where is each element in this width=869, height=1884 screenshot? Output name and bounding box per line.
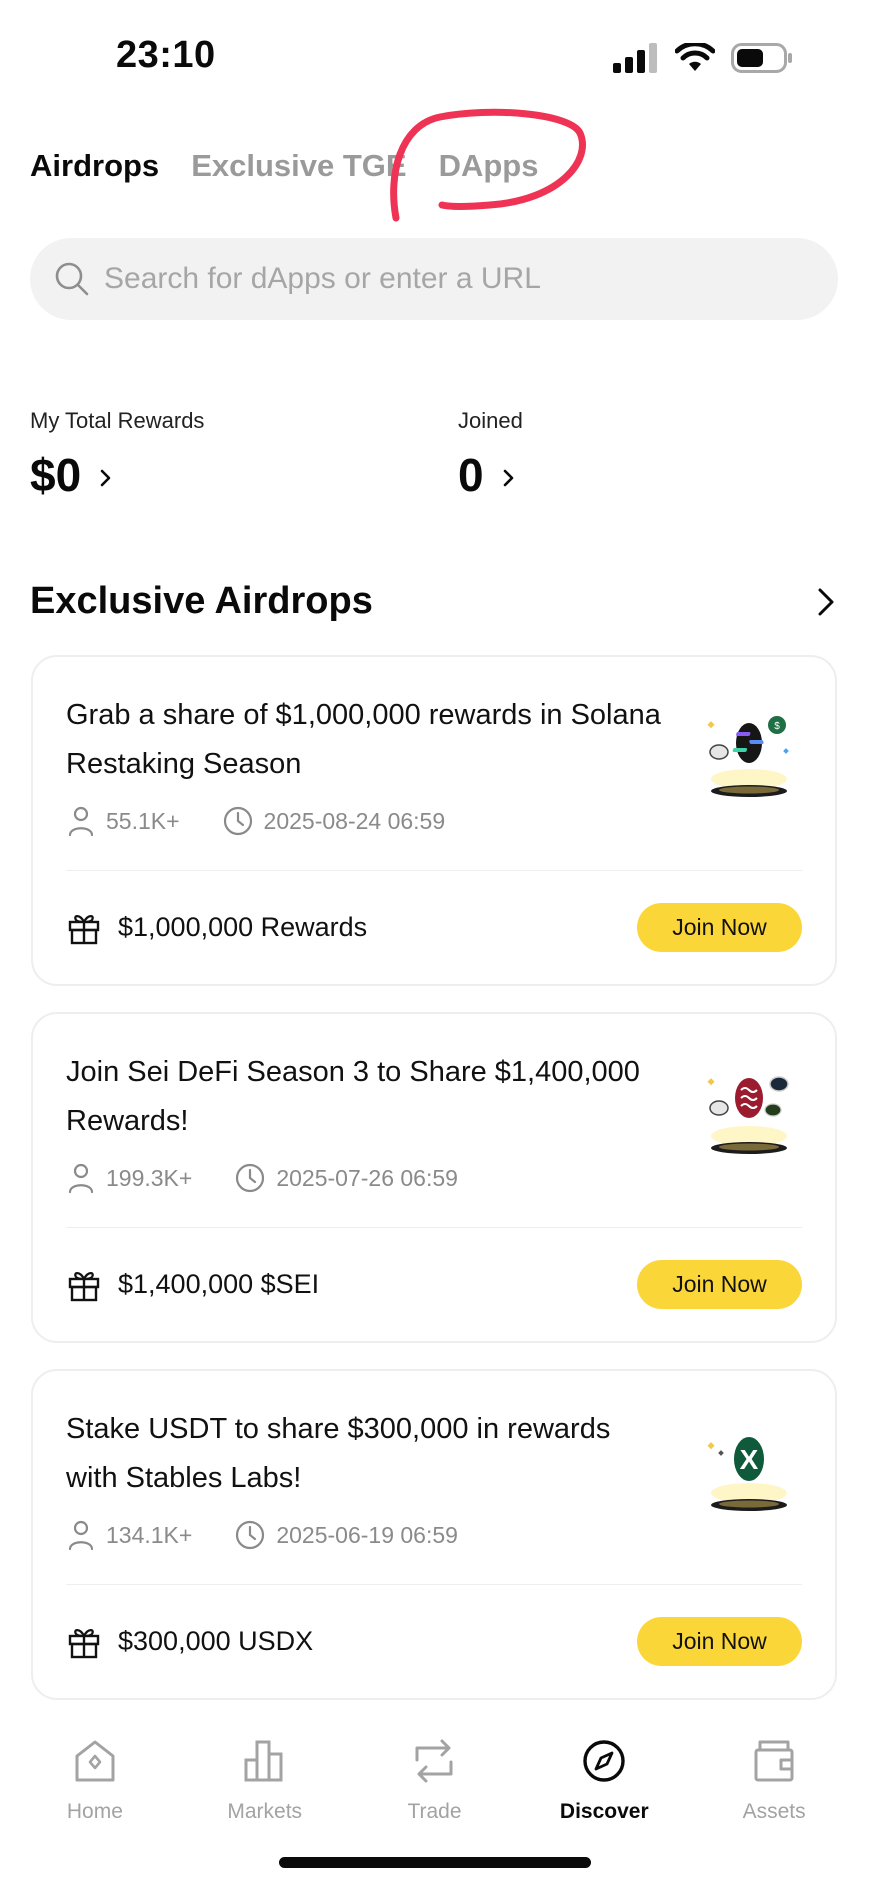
search-bar[interactable]: [30, 238, 838, 320]
end-time: 2025-08-24 06:59: [222, 805, 446, 837]
nav-trade[interactable]: Trade: [364, 1720, 504, 1830]
gift-icon: [68, 915, 100, 945]
home-indicator: [279, 1857, 591, 1868]
nav-trade-label: Trade: [407, 1800, 462, 1823]
home-icon: [75, 1740, 115, 1782]
card-title: Join Sei DeFi Season 3 to Share $1,400,0…: [66, 1056, 640, 1137]
card-meta: 199.3K+ 2025-07-26 06:59: [66, 1162, 458, 1194]
card-title: Grab a share of $1,000,000 rewards in So…: [66, 699, 661, 780]
status-bar: 23:10: [0, 0, 869, 110]
card-title: Stake USDT to share $300,000 in rewards …: [66, 1413, 611, 1494]
reward: $1,000,000 Rewards: [66, 909, 367, 945]
join-now-button[interactable]: Join Now: [637, 1616, 802, 1666]
reward-amount: $300,000 USDX: [118, 1625, 314, 1656]
nav-markets-label: Markets: [227, 1800, 303, 1823]
status-time: 23:10: [116, 34, 216, 76]
total-rewards-link[interactable]: $0: [30, 448, 204, 502]
clock-icon: [223, 806, 252, 836]
card-meta: 134.1K+ 2025-06-19 06:59: [66, 1519, 458, 1551]
total-rewards-label: My Total Rewards: [30, 408, 205, 433]
tab-dapps[interactable]: DApps: [439, 148, 539, 184]
search-icon: [55, 262, 89, 296]
airdrop-card[interactable]: Stake USDT to share $300,000 in rewards …: [31, 1369, 837, 1700]
bar-chart-icon: [244, 1740, 283, 1782]
participants: 134.1K+: [66, 1519, 192, 1551]
nav-markets[interactable]: Markets: [195, 1720, 335, 1830]
end-time-value: 2025-08-24 06:59: [263, 807, 446, 834]
reward: $1,400,000 $SEI: [66, 1266, 319, 1302]
card-footer: $1,400,000 $SEI Join Now: [66, 1259, 802, 1309]
participants-count: 199.3K+: [106, 1164, 193, 1191]
compass-icon: [583, 1740, 625, 1782]
participants-count: 55.1K+: [106, 807, 180, 834]
total-rewards-stat: My Total Rewards $0: [30, 408, 204, 502]
chevron-right-icon: [100, 469, 111, 487]
user-icon: [68, 806, 94, 837]
participants: 199.3K+: [66, 1162, 192, 1194]
card-footer: $300,000 USDX Join Now: [66, 1616, 802, 1666]
wallet-icon: [754, 1740, 794, 1782]
chevron-right-icon: [503, 469, 513, 487]
section-header: Exclusive Airdrops: [30, 580, 838, 623]
nav-discover-label: Discover: [559, 1800, 649, 1823]
airdrop-card[interactable]: Join Sei DeFi Season 3 to Share $1,400,0…: [31, 1012, 837, 1343]
section-title: Exclusive Airdrops: [30, 580, 373, 622]
clock-icon: [236, 1520, 265, 1550]
gift-icon: [68, 1629, 100, 1659]
end-time-value: 2025-07-26 06:59: [276, 1164, 458, 1191]
tab-airdrops[interactable]: Airdrops: [30, 148, 159, 184]
svg-text:X: X: [740, 1444, 759, 1475]
card-divider: [66, 1584, 802, 1585]
reward-amount: $1,400,000 $SEI: [118, 1268, 320, 1299]
top-tabs: Airdrops Exclusive TGE DApps: [30, 148, 538, 184]
tab-exclusive-tge[interactable]: Exclusive TGE: [191, 148, 406, 184]
joined-stat: Joined 0: [458, 408, 523, 502]
airdrop-card[interactable]: Grab a share of $1,000,000 rewards in So…: [31, 655, 837, 986]
section-more-chevron-icon[interactable]: [814, 585, 838, 619]
swap-icon: [415, 1739, 453, 1783]
battery-icon: [731, 43, 792, 73]
nav-home-label: Home: [66, 1800, 123, 1823]
reward: $300,000 USDX: [66, 1623, 313, 1659]
bottom-nav: Home Markets Trade Discover Assets: [0, 1720, 869, 1830]
end-time: 2025-06-19 06:59: [234, 1519, 458, 1551]
joined-value: 0: [458, 449, 484, 501]
gift-icon: [68, 1272, 100, 1302]
wifi-icon: [675, 43, 715, 71]
end-time: 2025-07-26 06:59: [234, 1162, 458, 1194]
joined-label: Joined: [458, 408, 523, 433]
svg-text:$: $: [774, 721, 780, 732]
signal-icon: [613, 43, 657, 73]
usdx-token-icon: X: [707, 1437, 787, 1511]
end-time-value: 2025-06-19 06:59: [276, 1521, 458, 1548]
solana-token-icon: $: [707, 716, 789, 797]
participants: 55.1K+: [66, 805, 180, 837]
reward-amount: $1,000,000 Rewards: [118, 911, 368, 942]
join-now-button[interactable]: Join Now: [637, 902, 802, 952]
nav-assets[interactable]: Assets: [704, 1720, 844, 1830]
clock-icon: [236, 1163, 265, 1193]
nav-discover[interactable]: Discover: [534, 1720, 674, 1830]
search-input[interactable]: [104, 262, 804, 296]
user-icon: [68, 1520, 94, 1551]
user-icon: [68, 1163, 94, 1194]
card-footer: $1,000,000 Rewards Join Now: [66, 902, 802, 952]
card-divider: [66, 1227, 802, 1228]
status-icons: [613, 40, 793, 76]
joined-link[interactable]: 0: [458, 448, 523, 502]
nav-home[interactable]: Home: [25, 1720, 165, 1830]
card-divider: [66, 870, 802, 871]
total-rewards-value: $0: [30, 449, 82, 501]
participants-count: 134.1K+: [106, 1521, 193, 1548]
join-now-button[interactable]: Join Now: [637, 1259, 802, 1309]
nav-assets-label: Assets: [742, 1800, 806, 1823]
card-meta: 55.1K+ 2025-08-24 06:59: [66, 805, 445, 837]
sei-token-icon: [707, 1076, 789, 1154]
